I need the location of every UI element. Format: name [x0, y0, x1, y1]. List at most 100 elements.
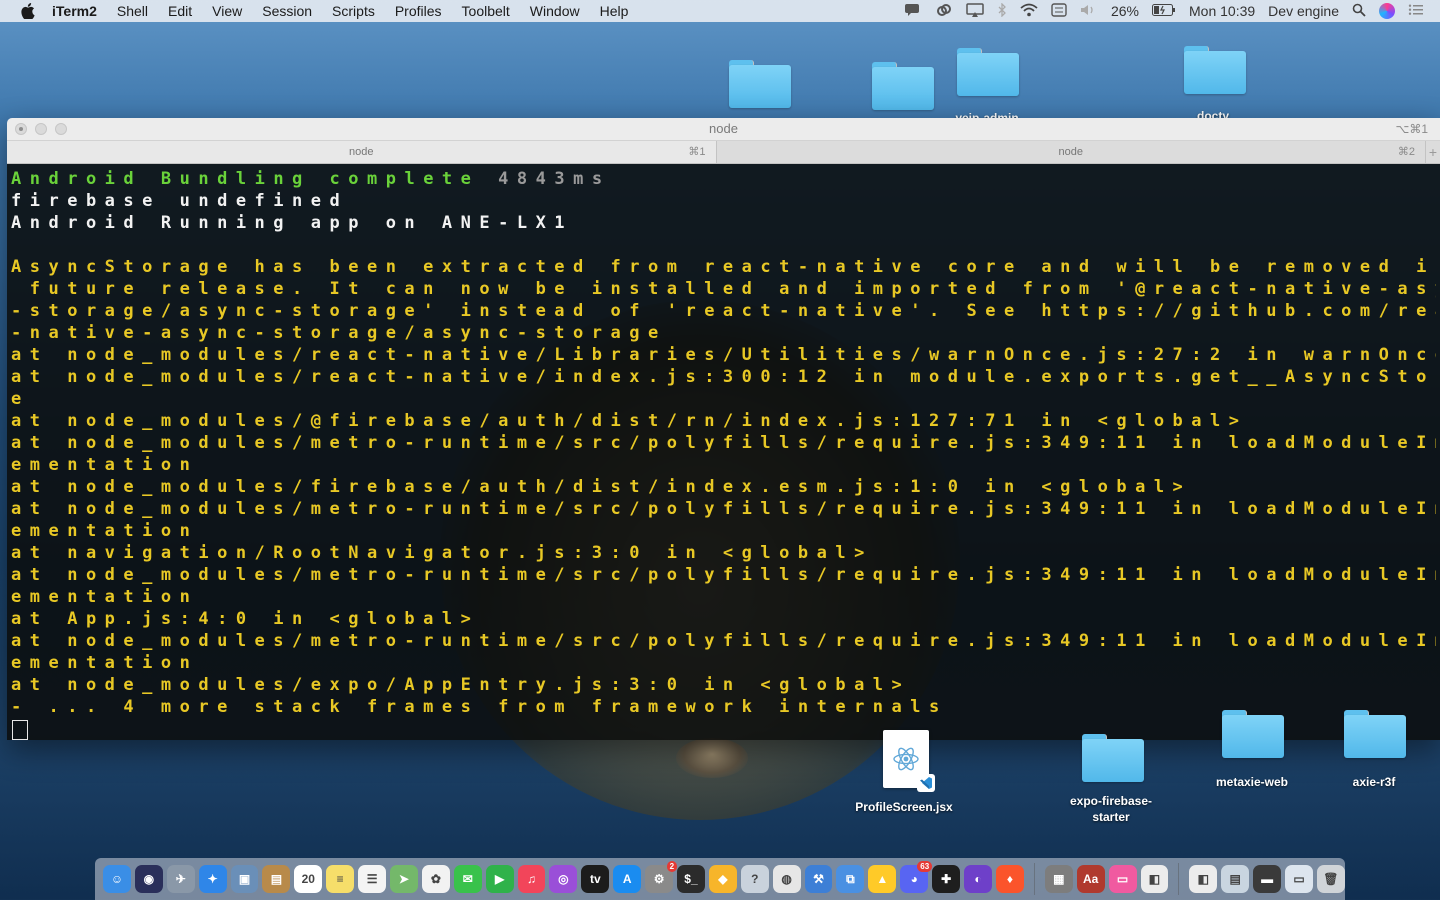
apple-menu-icon[interactable] — [20, 3, 36, 19]
siri-icon[interactable] — [1379, 3, 1395, 19]
archive-utility-icon[interactable]: ▦ — [1044, 865, 1073, 893]
input-source-icon[interactable] — [1051, 2, 1067, 20]
app-store-icon[interactable]: A — [613, 865, 642, 893]
menu-shell[interactable]: Shell — [117, 3, 148, 19]
window-titlebar[interactable]: node ⌥⌘1 — [7, 118, 1440, 141]
menu-session[interactable]: Session — [262, 3, 312, 19]
photos-icon[interactable]: ✿ — [421, 865, 450, 893]
contacts-icon[interactable]: ▤ — [262, 865, 291, 893]
github-icon[interactable]: ◐ — [964, 865, 992, 893]
terminal-line: -storage/async-storage' instead of 'reac… — [11, 301, 1436, 321]
desktop-folder[interactable] — [872, 62, 934, 110]
dock-glyph: 🗑 — [1323, 872, 1339, 886]
battery-icon[interactable] — [1152, 3, 1176, 19]
dock-glyph: ⚒ — [813, 872, 824, 886]
tab-label: node — [349, 146, 374, 158]
sketch-icon[interactable]: ◆ — [708, 865, 737, 893]
menu-app-name[interactable]: iTerm2 — [52, 3, 97, 19]
tv-icon[interactable]: tv — [581, 865, 610, 893]
screenshot-icon-2[interactable]: ▬ — [1253, 865, 1282, 893]
volume-icon[interactable] — [1080, 3, 1098, 20]
menu-window[interactable]: Window — [530, 3, 580, 19]
podcasts-icon[interactable]: ◎ — [549, 865, 578, 893]
wallpaper-rock — [676, 738, 748, 778]
launchpad-icon[interactable]: ✈ — [166, 865, 195, 893]
reminders-icon[interactable]: ☰ — [358, 865, 387, 893]
terminal-line: future release. It can now be installed … — [11, 279, 1436, 299]
messages-icon[interactable]: ✉ — [453, 865, 482, 893]
dock-glyph: ◧ — [1148, 872, 1161, 886]
maps-icon[interactable]: ➤ — [390, 865, 418, 893]
desktop-folder-docty[interactable] — [1184, 46, 1246, 94]
vscode-doc-icon[interactable]: ◧ — [1189, 865, 1218, 893]
desktop-folder-metaxie-web[interactable] — [1222, 710, 1284, 758]
menu-view[interactable]: View — [212, 3, 242, 19]
wifi-icon[interactable] — [1020, 3, 1038, 20]
firebase-icon[interactable]: ▲ — [868, 865, 897, 893]
system-preferences-icon[interactable]: ⚙ 2 — [645, 861, 678, 893]
dictionary-icon[interactable]: Aa — [1076, 865, 1105, 893]
xcode-icon[interactable]: ⚒ — [804, 865, 833, 893]
dock-glyph: ✦ — [207, 872, 218, 886]
menu-edit[interactable]: Edit — [168, 3, 192, 19]
vscode-icon[interactable]: ◧ — [1140, 865, 1169, 893]
desktop-file-profilescreen[interactable] — [883, 730, 935, 792]
trash-icon[interactable]: 🗑 — [1316, 865, 1345, 893]
dock-glyph: 20 — [301, 872, 315, 886]
terminal-icon[interactable]: $_ — [677, 865, 705, 893]
finder-icon[interactable]: ☺ — [103, 865, 131, 893]
music-icon[interactable]: ♫ — [517, 865, 546, 893]
bluetooth-icon[interactable] — [997, 1, 1007, 20]
dock-glyph: ✚ — [941, 872, 952, 886]
dock-glyph: ✿ — [430, 872, 441, 886]
notes-icon[interactable]: ≡ — [326, 865, 355, 893]
terminal-line: ementation — [11, 455, 199, 475]
safari-icon[interactable]: ✦ — [198, 865, 227, 893]
menu-toolbelt[interactable]: Toolbelt — [462, 3, 510, 19]
desktop-folder-label: expo-firebase- starter — [1069, 794, 1153, 824]
menu-profiles[interactable]: Profiles — [395, 3, 442, 19]
simulator-icon[interactable]: ⧉ — [836, 865, 865, 893]
screenshot-icon[interactable]: ▤ — [1221, 865, 1250, 893]
siri-icon[interactable]: ◉ — [134, 865, 163, 893]
messages-status-icon[interactable] — [904, 3, 922, 20]
creative-cloud-icon[interactable] — [935, 3, 953, 20]
spotlight-search-icon[interactable] — [1352, 3, 1366, 20]
help-icon[interactable]: ? — [740, 865, 769, 893]
dock-glyph: tv — [589, 872, 601, 886]
screenshot-icon-3[interactable]: ▭ — [1285, 865, 1313, 893]
dock: ☺ ◉ ✈ ✦ ▣ ▤ 20 ≡ ☰ ➤ ✿ ✉ ▶ ♫ ◎ tv A ⚙ 2 $_ ◆? ◍ ⚒ ⧉ ▲ ◕ 63 ✚ ◐ ♦ ▦ Aa ▭ ◧… — [95, 858, 1345, 900]
desktop-folder-yeip-admin[interactable] — [957, 48, 1019, 96]
airplay-icon[interactable] — [966, 2, 984, 20]
window-shortcut: ⌥⌘1 — [1395, 122, 1428, 136]
battery-percent[interactable]: 26% — [1111, 3, 1139, 19]
dock-glyph: ☺ — [110, 872, 124, 886]
terminal-line: e — [11, 389, 30, 409]
calendar-icon[interactable]: 20 — [294, 865, 323, 893]
brave-icon[interactable]: ♦ — [995, 865, 1024, 893]
chrome-icon[interactable]: ◍ — [772, 865, 801, 893]
dock-glyph: ◉ — [143, 872, 155, 886]
terminal-output[interactable]: Android Bundling complete 4843ms firebas… — [7, 164, 1440, 740]
menu-help[interactable]: Help — [600, 3, 629, 19]
dock-glyph: ◧ — [1197, 872, 1209, 886]
discord-icon[interactable]: ◕ 63 — [900, 861, 933, 893]
dock-glyph: $_ — [684, 872, 698, 886]
window-title: node — [709, 121, 738, 136]
preview-icon[interactable]: ▣ — [230, 865, 259, 893]
notification-center-icon[interactable] — [1408, 3, 1424, 20]
dock-glyph: ◎ — [558, 872, 569, 886]
tab-node-2[interactable]: node ⌘2 — [717, 141, 1426, 163]
terminal-line: at App.js:4:0 in <global> — [11, 609, 480, 629]
menu-clock[interactable]: Mon 10:39 — [1189, 3, 1255, 19]
menu-scripts[interactable]: Scripts — [332, 3, 375, 19]
desktop-folder-axie-r3f[interactable] — [1344, 710, 1406, 758]
new-tab-button[interactable]: + — [1426, 141, 1440, 163]
desktop-folder[interactable] — [729, 60, 791, 108]
menu-user[interactable]: Dev engine — [1268, 3, 1339, 19]
figma-icon[interactable]: ✚ — [932, 865, 961, 893]
tab-node-1[interactable]: node ⌘1 — [7, 141, 717, 163]
desktop-folder-expo-firebase-starter[interactable] — [1082, 734, 1144, 782]
facetime-icon[interactable]: ▶ — [485, 865, 514, 893]
screens-icon[interactable]: ▭ — [1108, 865, 1137, 893]
